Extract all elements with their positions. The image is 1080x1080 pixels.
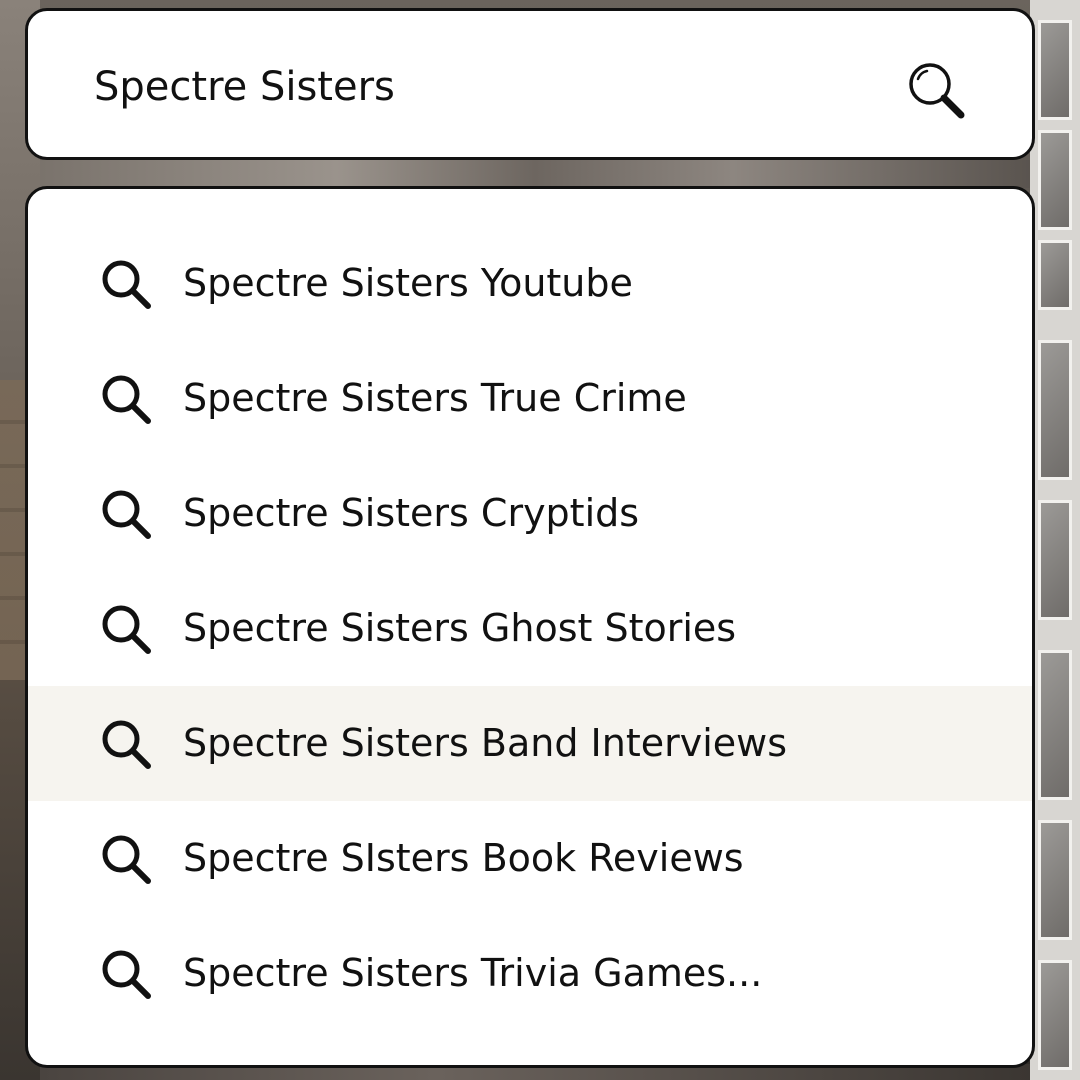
search-icon: [102, 375, 151, 424]
search-icon: [102, 720, 151, 769]
search-icon: [102, 950, 151, 999]
search-icon: [102, 490, 151, 539]
suggestion-item[interactable]: Spectre Sisters Cryptids: [28, 456, 1032, 571]
suggestion-label: Spectre Sisters Cryptids: [183, 491, 640, 535]
suggestion-label: Spectre Sisters Ghost Stories: [183, 606, 737, 650]
search-icon: [102, 260, 151, 309]
suggestion-label: Spectre Sisters Band Interviews: [183, 721, 788, 765]
search-button[interactable]: [903, 57, 975, 129]
background-shelf: [40, 160, 1030, 188]
suggestion-item-highlighted[interactable]: Spectre Sisters Band Interviews: [28, 686, 1032, 801]
suggestion-label: Spectre Sisters Trivia Games...: [183, 951, 763, 995]
search-box: [25, 8, 1035, 160]
suggestion-label: Spectre Sisters Youtube: [183, 261, 633, 305]
suggestion-item[interactable]: Spectre Sisters Youtube: [28, 226, 1032, 341]
suggestion-item[interactable]: Spectre Sisters Trivia Games...: [28, 916, 1032, 1031]
search-input[interactable]: [94, 55, 854, 119]
suggestion-label: Spectre SIsters Book Reviews: [183, 836, 744, 880]
suggestion-item[interactable]: Spectre Sisters Ghost Stories: [28, 571, 1032, 686]
suggestion-item[interactable]: Spectre SIsters Book Reviews: [28, 801, 1032, 916]
suggestion-item[interactable]: Spectre Sisters True Crime: [28, 341, 1032, 456]
search-icon: [102, 835, 151, 884]
suggestions-dropdown: Spectre Sisters Youtube Spectre Sisters …: [25, 186, 1035, 1068]
search-icon: [909, 63, 965, 119]
background-cabinet: [1030, 0, 1080, 1080]
search-icon: [102, 605, 151, 654]
suggestion-label: Spectre Sisters True Crime: [183, 376, 687, 420]
